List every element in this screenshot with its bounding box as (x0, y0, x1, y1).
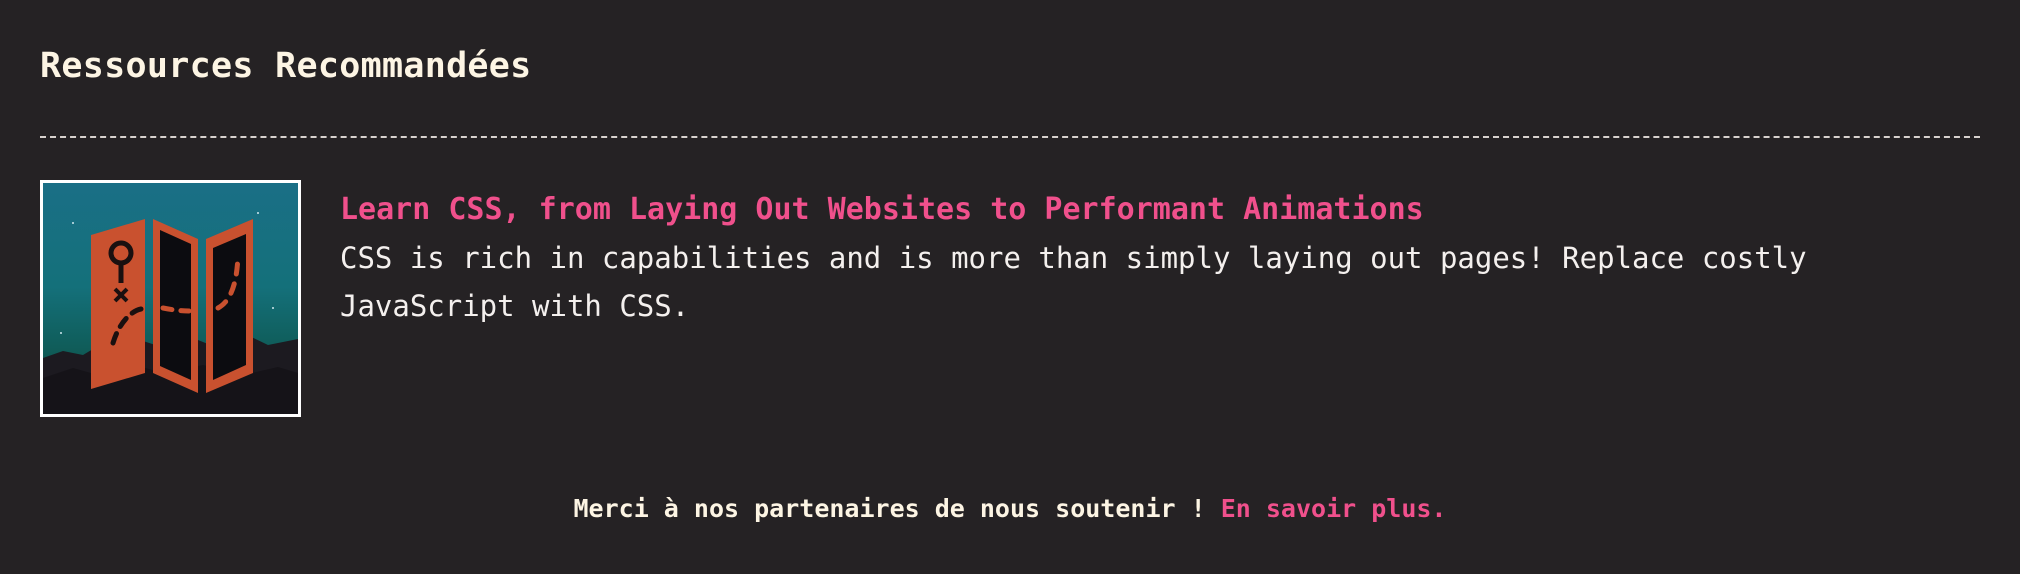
partners-thanks-text: Merci à nos partenaires de nous soutenir… (573, 494, 1221, 523)
resource-card: Learn CSS, from Laying Out Websites to P… (40, 180, 1980, 417)
learn-more-link[interactable]: En savoir plus. (1221, 494, 1447, 523)
resource-description: CSS is rich in capabilities and is more … (340, 241, 1807, 323)
partners-footer: Merci à nos partenaires de nous soutenir… (0, 494, 2020, 523)
resource-text: Learn CSS, from Laying Out Websites to P… (340, 188, 1900, 330)
treasure-map-icon (43, 183, 298, 414)
resource-title-link[interactable]: Learn CSS, from Laying Out Websites to P… (340, 188, 1900, 232)
divider (40, 136, 1980, 138)
section-title: Ressources Recommandées (40, 46, 532, 86)
resource-thumbnail[interactable] (40, 180, 301, 417)
